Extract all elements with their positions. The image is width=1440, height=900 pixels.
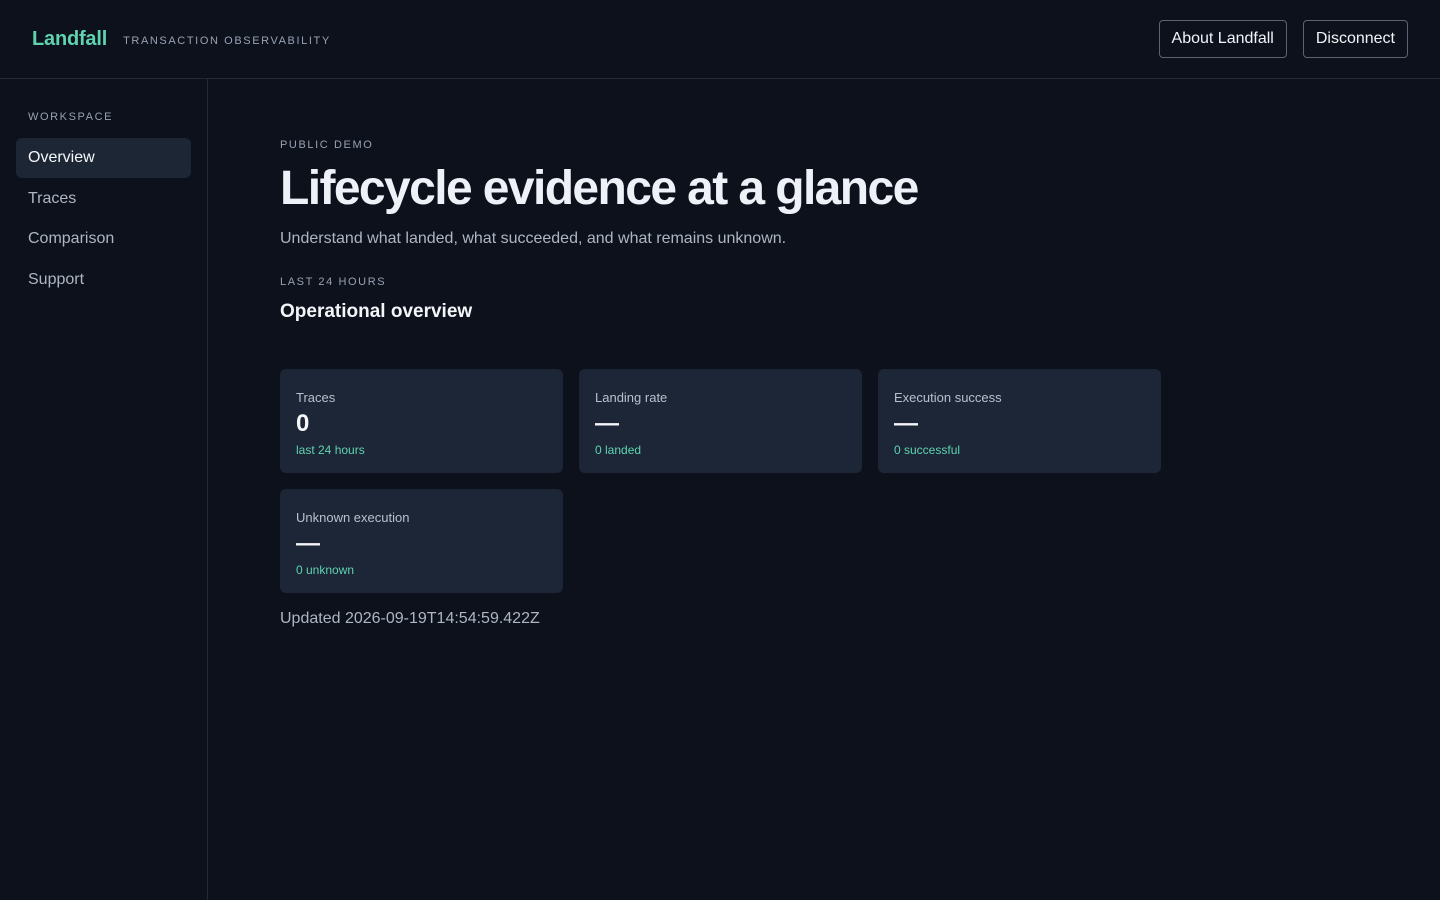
metric-card-unknown-execution: Unknown execution — 0 unknown	[280, 489, 563, 593]
metric-footnote: last 24 hours	[296, 443, 365, 457]
header-actions: About Landfall Disconnect	[1158, 20, 1408, 58]
main-content: PUBLIC DEMO Lifecycle evidence at a glan…	[280, 79, 1380, 628]
page-eyebrow: PUBLIC DEMO	[280, 139, 374, 151]
sidebar-item-traces[interactable]: Traces	[16, 179, 191, 219]
metric-card-landing-rate: Landing rate — 0 landed	[579, 369, 862, 473]
brand-tagline: TRANSACTION OBSERVABILITY	[123, 35, 331, 47]
metric-value: —	[296, 530, 320, 557]
sidebar-item-support[interactable]: Support	[16, 260, 191, 300]
metric-label: Execution success	[894, 390, 1002, 405]
sidebar-item-comparison[interactable]: Comparison	[16, 219, 191, 259]
page-title: Lifecycle evidence at a glance	[280, 162, 919, 215]
about-button[interactable]: About Landfall	[1158, 20, 1287, 58]
sidebar-heading: WORKSPACE	[28, 111, 114, 123]
metric-value: —	[595, 410, 619, 437]
metric-footnote: 0 successful	[894, 443, 961, 457]
metric-value: —	[894, 410, 918, 437]
metric-label: Traces	[296, 390, 336, 405]
metric-label: Landing rate	[595, 390, 668, 405]
metric-label: Unknown execution	[296, 510, 410, 525]
metric-footnote: 0 landed	[595, 443, 642, 457]
metric-footnote: 0 unknown	[296, 563, 355, 577]
page-subtitle: Understand what landed, what succeeded, …	[280, 230, 787, 247]
section-eyebrow: LAST 24 HOURS	[280, 276, 387, 288]
metric-cards: Traces 0 last 24 hours Landing rate — 0 …	[280, 369, 1380, 593]
metric-card-traces: Traces 0 last 24 hours	[280, 369, 563, 473]
top-bar: Landfall TRANSACTION OBSERVABILITY About…	[0, 0, 1440, 79]
updated-timestamp: Updated 2026-09-19T14:54:59.422Z	[280, 610, 540, 627]
metric-card-execution-success: Execution success — 0 successful	[878, 369, 1161, 473]
brand-logo[interactable]: Landfall	[32, 28, 107, 51]
disconnect-button[interactable]: Disconnect	[1302, 20, 1408, 58]
metric-value: 0	[296, 410, 310, 437]
section-title: Operational overview	[280, 301, 473, 322]
sidebar: WORKSPACE Overview Traces Comparison Sup…	[0, 79, 208, 900]
sidebar-item-overview[interactable]: Overview	[16, 138, 191, 178]
